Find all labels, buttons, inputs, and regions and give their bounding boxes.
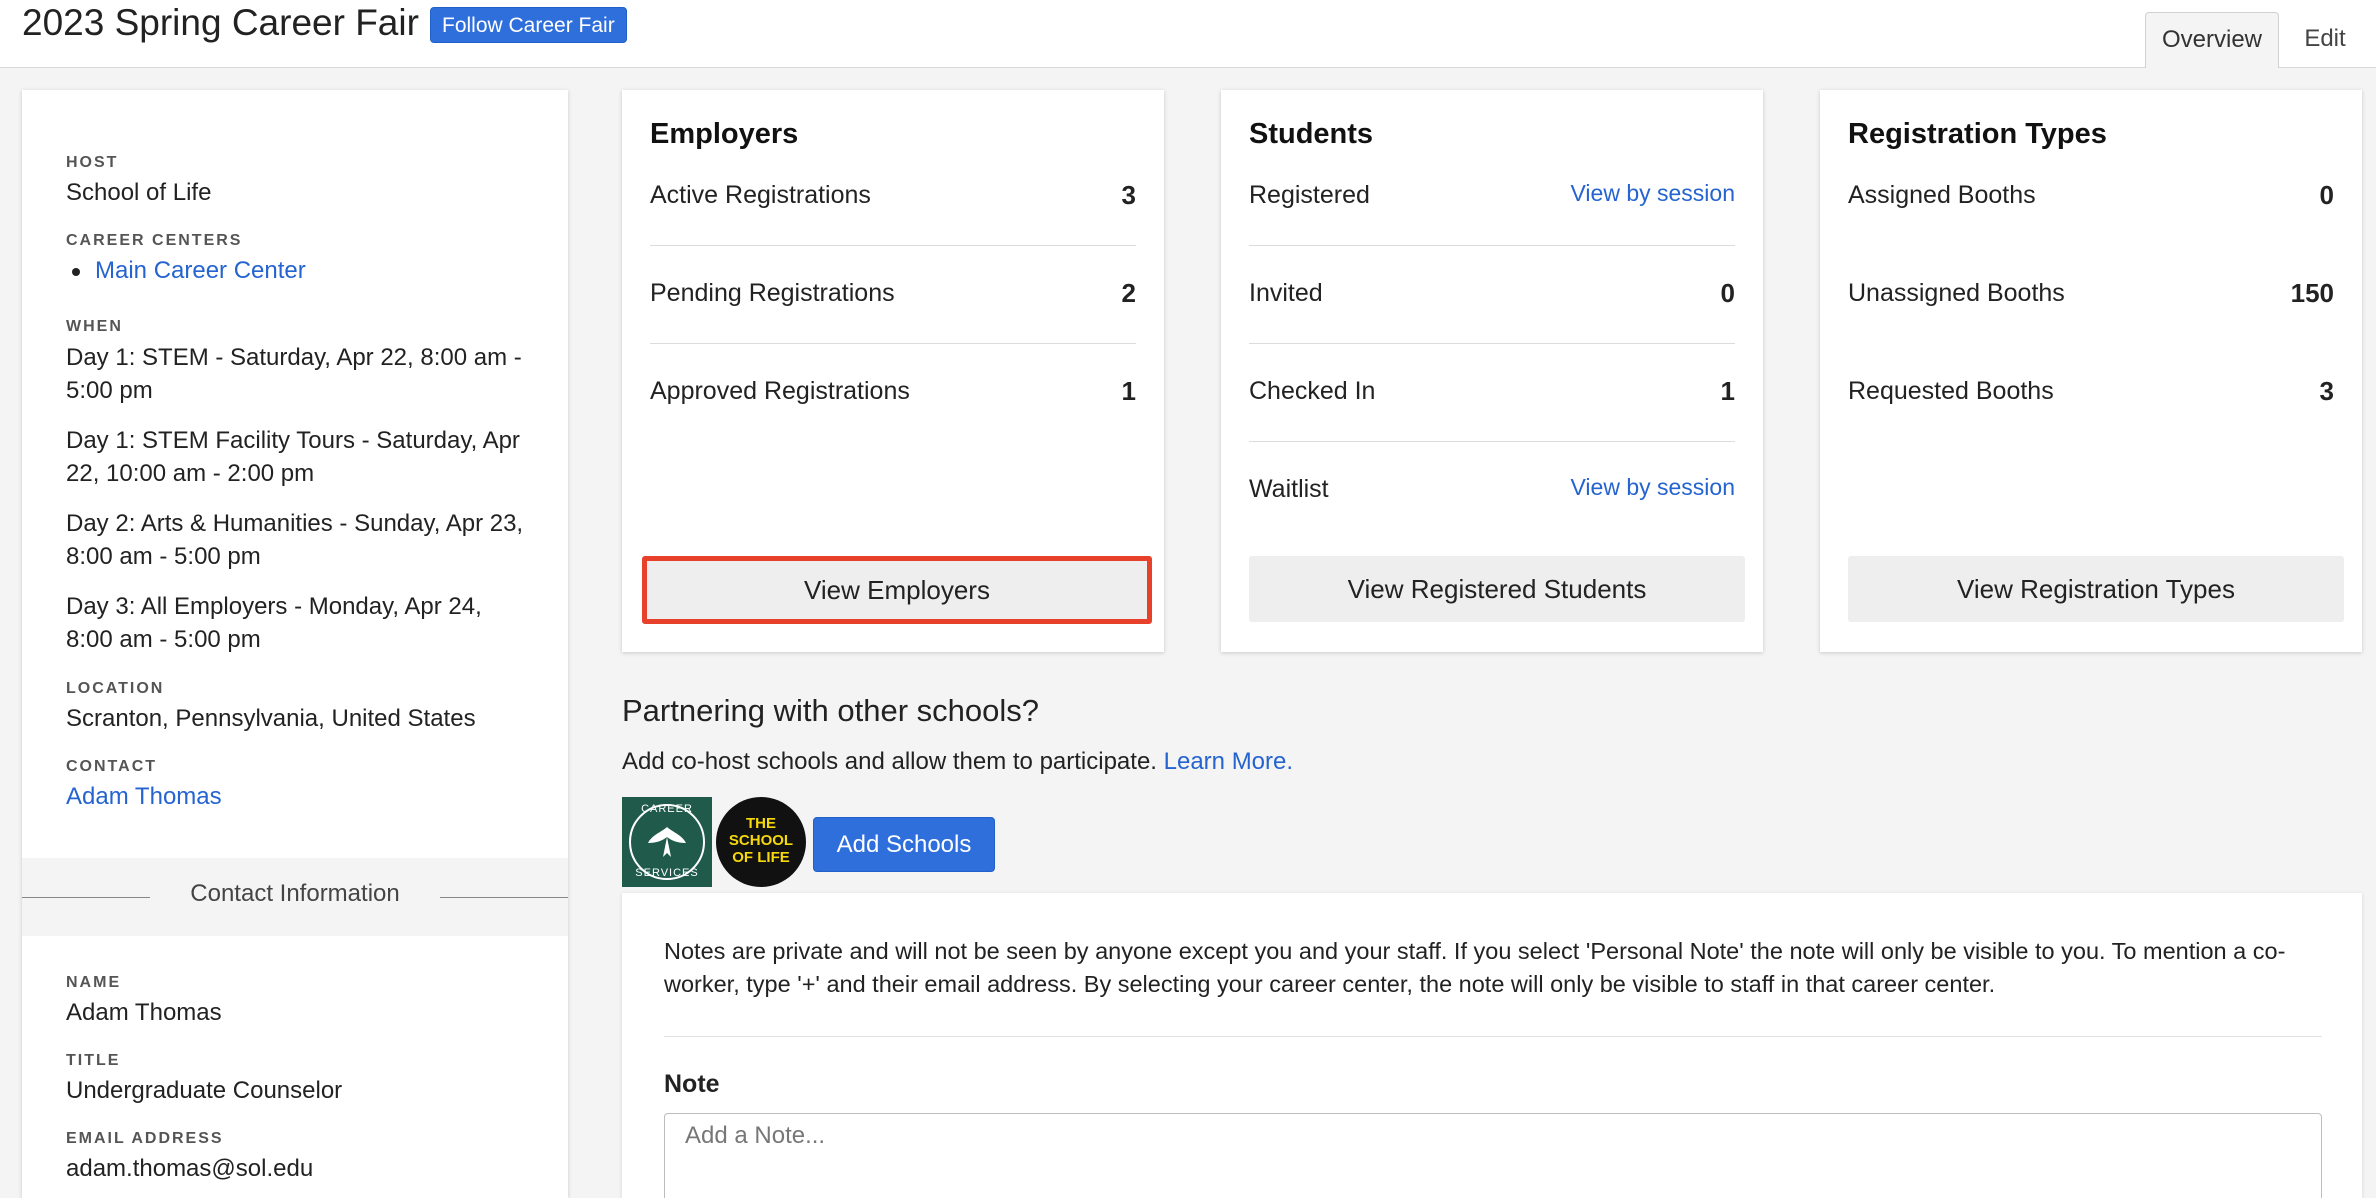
top-bar: 2023 Spring Career Fair Follow Career Fa…: [0, 0, 2376, 68]
email-label: EMAIL ADDRESS: [66, 1130, 224, 1147]
career-logo-top-text: CAREER: [641, 803, 693, 815]
divider: [440, 897, 568, 898]
registration-types-card: Registration Types Assigned Booths 0 Una…: [1820, 90, 2362, 652]
add-schools-button[interactable]: Add Schools: [813, 817, 995, 872]
sol-line: OF LIFE: [732, 849, 790, 866]
stat-row: Invited 0: [1249, 276, 1735, 374]
stat-label: Approved Registrations: [650, 377, 910, 405]
when-line: 8:00 am - 5:00 pm: [66, 626, 261, 653]
when-label: WHEN: [66, 318, 123, 335]
stat-row: Approved Registrations 1: [650, 374, 1136, 472]
partnering-title: Partnering with other schools?: [622, 693, 1040, 728]
stat-row: Requested Booths 3: [1848, 374, 2334, 472]
career-services-logo: CAREER SERVICES: [622, 797, 712, 887]
school-of-life-logo-text: THE SCHOOL OF LIFE: [716, 815, 806, 866]
career-center-link[interactable]: Main Career Center: [95, 254, 306, 287]
stat-label: Registered: [1249, 181, 1370, 209]
when-line: Day 1: STEM - Saturday, Apr 22, 8:00 am …: [66, 344, 522, 371]
career-logo-bottom-text: SERVICES: [635, 867, 699, 879]
employers-card: Employers Active Registrations 3 Pending…: [622, 90, 1164, 652]
note-label: Note: [664, 1070, 720, 1098]
when-item: Day 3: All Employers - Monday, Apr 24, 8…: [66, 590, 482, 656]
notes-panel: Notes are private and will not be seen b…: [622, 893, 2362, 1198]
when-line: 22, 10:00 am - 2:00 pm: [66, 460, 315, 487]
stat-row: Active Registrations 3: [650, 178, 1136, 276]
notes-info-text: Notes are private and will not be seen b…: [664, 938, 2286, 997]
career-centers-label: CAREER CENTERS: [66, 232, 243, 249]
event-details-panel: HOST School of Life CAREER CENTERS Main …: [22, 90, 568, 1198]
stat-row: Pending Registrations 2: [650, 276, 1136, 374]
divider: [1249, 441, 1735, 442]
view-by-session-link[interactable]: View by session: [1571, 178, 1736, 208]
divider: [1249, 343, 1735, 344]
stat-value: 0: [1720, 278, 1735, 308]
stat-value: 2: [1121, 278, 1136, 308]
partnering-description: Add co-host schools and allow them to pa…: [622, 748, 1293, 776]
when-line: 8:00 am - 5:00 pm: [66, 543, 261, 570]
title-value: Undergraduate Counselor: [66, 1077, 343, 1104]
stat-value: 1: [1121, 376, 1136, 406]
stat-label: Requested Booths: [1848, 377, 2054, 405]
when-item: Day 1: STEM - Saturday, Apr 22, 8:00 am …: [66, 341, 522, 407]
note-input[interactable]: [664, 1113, 2322, 1198]
sol-line: SCHOOL: [728, 832, 794, 849]
title-label: TITLE: [66, 1052, 121, 1069]
view-registered-students-button[interactable]: View Registered Students: [1249, 556, 1745, 622]
name-label: NAME: [66, 974, 122, 991]
when-line: Day 2: Arts & Humanities - Sunday, Apr 2…: [66, 510, 524, 537]
host-value: School of Life: [66, 179, 212, 206]
contact-link[interactable]: Adam Thomas: [66, 780, 222, 813]
stat-row: Unassigned Booths 150: [1848, 276, 2334, 374]
contact-label: CONTACT: [66, 758, 158, 775]
stat-row: Registered View by session: [1249, 178, 1735, 276]
location-label: LOCATION: [66, 680, 165, 697]
host-label: HOST: [66, 154, 119, 171]
when-line: 5:00 pm: [66, 377, 153, 404]
stat-label: Active Registrations: [650, 181, 871, 209]
divider: [650, 343, 1136, 344]
follow-career-fair-button[interactable]: Follow Career Fair: [430, 7, 627, 43]
school-of-life-logo: THE SCHOOL OF LIFE: [716, 797, 806, 887]
when-line: Day 3: All Employers - Monday, Apr 24,: [66, 593, 482, 620]
partnering-description-text: Add co-host schools and allow them to pa…: [622, 748, 1157, 775]
stat-value: 3: [2319, 376, 2334, 406]
stat-value: 1: [1720, 376, 1735, 406]
stat-value: 150: [2290, 278, 2334, 308]
divider: [1249, 245, 1735, 246]
when-line: Day 1: STEM Facility Tours - Saturday, A…: [66, 427, 520, 454]
view-registration-types-button[interactable]: View Registration Types: [1848, 556, 2344, 622]
view-employers-button[interactable]: View Employers: [642, 556, 1152, 624]
stat-value: 3: [1121, 180, 1136, 210]
stat-label: Invited: [1249, 279, 1323, 307]
contact-information-title: Contact Information: [190, 880, 400, 907]
page-title: 2023 Spring Career Fair: [22, 2, 419, 43]
stat-label: Pending Registrations: [650, 279, 895, 307]
email-value: adam.thomas@sol.edu: [66, 1155, 314, 1182]
stat-label: Unassigned Booths: [1848, 279, 2065, 307]
students-card: Students Registered View by session Invi…: [1221, 90, 1763, 652]
sol-line: THE: [746, 815, 776, 832]
employers-card-title: Employers: [650, 118, 799, 150]
students-card-title: Students: [1249, 118, 1374, 150]
contact-information-header: Contact Information: [22, 858, 568, 936]
view-by-session-link[interactable]: View by session: [1571, 472, 1736, 502]
divider: [650, 245, 1136, 246]
stat-label: Waitlist: [1249, 475, 1329, 503]
stat-row: Assigned Booths 0: [1848, 178, 2334, 276]
tab-edit[interactable]: Edit: [2285, 12, 2365, 68]
stat-row: Checked In 1: [1249, 374, 1735, 472]
when-item: Day 1: STEM Facility Tours - Saturday, A…: [66, 424, 520, 490]
location-value: Scranton, Pennsylvania, United States: [66, 705, 476, 732]
stat-label: Checked In: [1249, 377, 1376, 405]
when-item: Day 2: Arts & Humanities - Sunday, Apr 2…: [66, 507, 523, 573]
tab-overview[interactable]: Overview: [2145, 12, 2279, 68]
stat-value: 0: [2319, 180, 2334, 210]
divider: [664, 1036, 2322, 1037]
registration-types-card-title: Registration Types: [1848, 118, 2107, 150]
bullet-icon: [72, 268, 80, 276]
name-value: Adam Thomas: [66, 999, 222, 1026]
learn-more-link[interactable]: Learn More.: [1164, 748, 1293, 775]
stat-label: Assigned Booths: [1848, 181, 2036, 209]
